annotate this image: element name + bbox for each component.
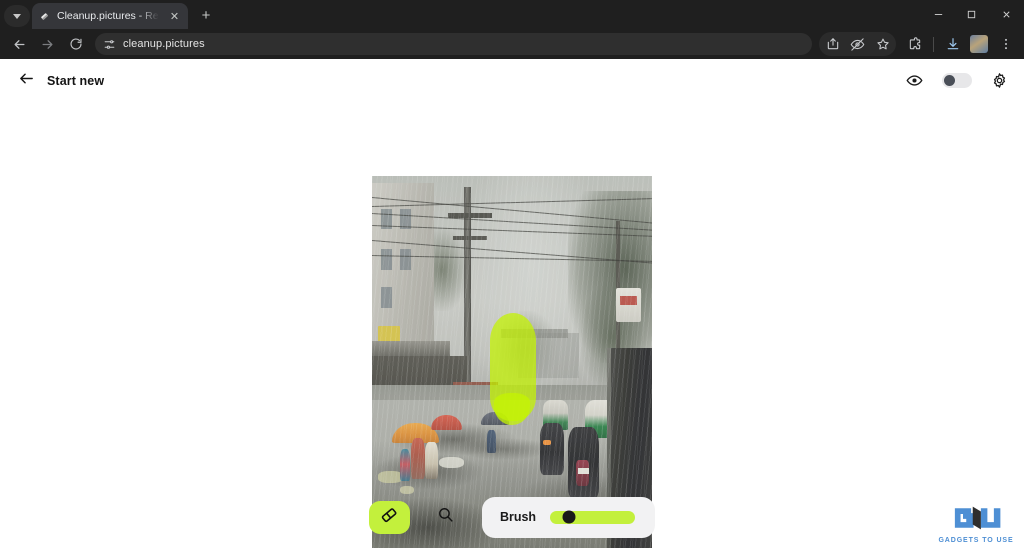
downloads-icon[interactable] <box>940 32 965 56</box>
window-controls <box>922 0 1024 29</box>
tab-search-button[interactable] <box>4 5 30 27</box>
back-arrow-icon[interactable] <box>6 31 33 57</box>
eraser-icon <box>379 505 399 530</box>
close-window-button[interactable] <box>988 0 1024 29</box>
editor-toolbar: Brush <box>0 494 1024 540</box>
watermark-text: GADGETS TO USE <box>938 537 1014 544</box>
tune-icon[interactable] <box>103 38 116 51</box>
start-new-button[interactable]: Start new <box>18 70 104 92</box>
app-header-actions <box>906 72 1008 89</box>
tab-title: Cleanup.pictures - Remove obj <box>57 10 161 22</box>
tab-strip: Cleanup.pictures - Remove obj ✕ + <box>0 0 1024 29</box>
toolbar-divider <box>933 36 934 52</box>
new-tab-button[interactable]: + <box>193 2 219 28</box>
cleanup-pictures-app: Start new Brush GADGETS TO USE <box>0 59 1024 548</box>
watermark: GADGETS TO USE <box>934 505 1018 544</box>
bookmark-star-icon[interactable] <box>870 32 895 56</box>
url-text: cleanup.pictures <box>123 38 205 50</box>
toggle-knob <box>944 75 955 86</box>
chevron-down-icon <box>13 13 21 19</box>
gear-icon[interactable] <box>991 72 1008 89</box>
browser-toolbar: cleanup.pictures <box>0 29 1024 59</box>
brush-label: Brush <box>499 510 537 524</box>
reload-icon[interactable] <box>62 31 89 57</box>
arrow-left-icon <box>18 70 35 92</box>
share-this-page-icon[interactable] <box>820 32 845 56</box>
start-new-label: Start new <box>47 73 105 88</box>
forward-arrow-icon[interactable] <box>34 31 61 57</box>
compare-toggle[interactable] <box>942 73 972 88</box>
zoom-tool-button[interactable] <box>432 503 460 531</box>
brush-size-panel: Brush <box>481 496 656 538</box>
profile-avatar[interactable] <box>970 35 988 53</box>
page-actions-group <box>819 32 896 56</box>
maximize-button[interactable] <box>955 0 988 29</box>
app-header: Start new <box>0 59 1024 102</box>
minimize-button[interactable] <box>922 0 955 29</box>
tracking-protection-icon[interactable] <box>845 32 870 56</box>
browser-window: Cleanup.pictures - Remove obj ✕ + <box>0 0 1024 548</box>
source-photo[interactable] <box>372 176 652 548</box>
toolbar-actions <box>819 32 1018 56</box>
magnifier-icon <box>437 506 454 528</box>
close-icon[interactable]: ✕ <box>167 9 182 24</box>
eraser-tool-button[interactable] <box>368 500 410 534</box>
extensions-icon[interactable] <box>902 32 927 56</box>
cleanup-eraser-favicon <box>38 10 51 23</box>
gadgets-to-use-logo <box>951 505 1001 536</box>
browser-tab[interactable]: Cleanup.pictures - Remove obj ✕ <box>32 3 188 29</box>
address-bar[interactable]: cleanup.pictures <box>95 33 812 55</box>
brush-size-slider[interactable] <box>550 510 636 524</box>
editor-canvas[interactable] <box>0 102 1024 548</box>
slider-knob[interactable] <box>562 510 576 524</box>
eye-icon[interactable] <box>906 72 923 89</box>
chrome-menu-icon[interactable] <box>993 32 1018 56</box>
